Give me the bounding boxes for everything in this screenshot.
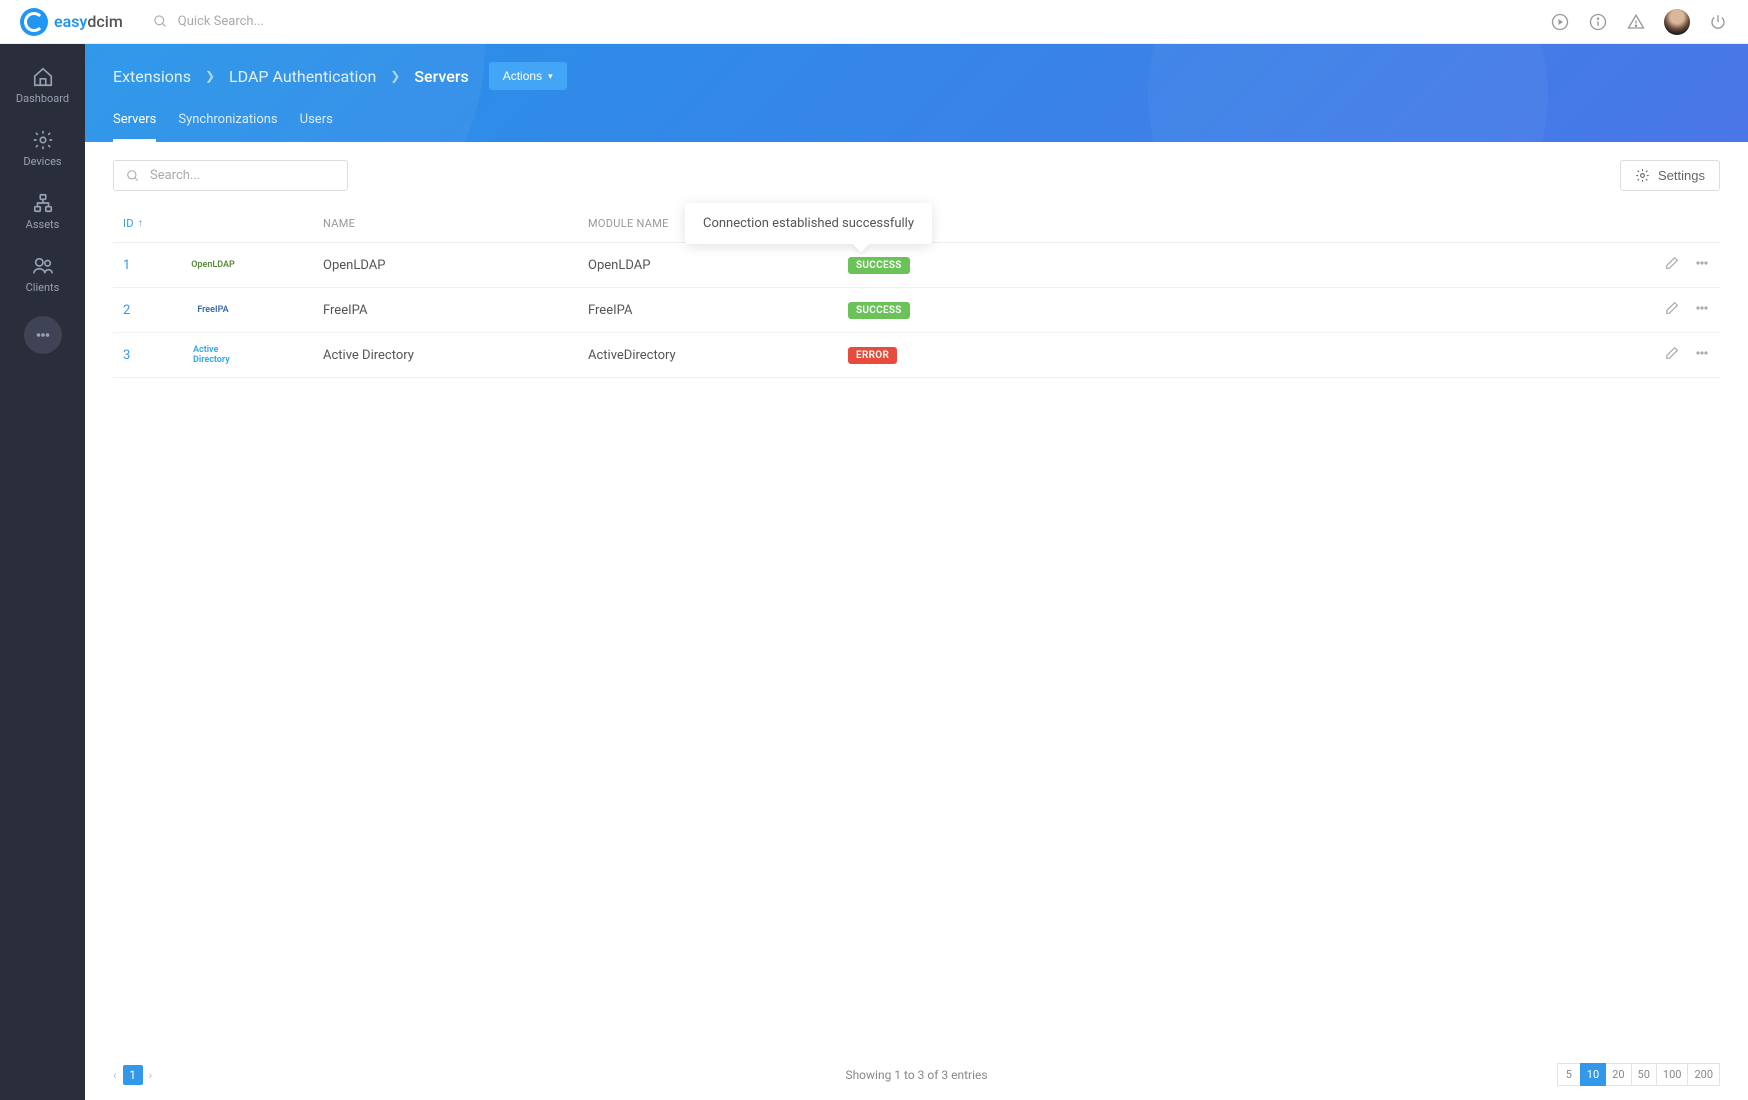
status-badge: SUCCESS [848, 257, 910, 274]
cell-id: 2 [123, 303, 193, 318]
page-size-200[interactable]: 200 [1687, 1063, 1720, 1086]
edit-icon[interactable] [1664, 300, 1680, 320]
more-icon[interactable] [1694, 255, 1710, 275]
cell-logo: Active Directory [193, 345, 323, 365]
table: Connection established successfully ID↑ … [85, 209, 1748, 1048]
edit-icon[interactable] [1664, 345, 1680, 365]
settings-button[interactable]: Settings [1620, 160, 1720, 191]
cell-logo: OpenLDAP [193, 255, 323, 275]
actions-label: Actions [503, 69, 542, 83]
page-prev[interactable]: ‹ [113, 1068, 117, 1082]
sidebar-label: Assets [26, 218, 60, 231]
settings-label: Settings [1658, 168, 1705, 183]
showing-text: Showing 1 to 3 of 3 entries [845, 1068, 987, 1082]
row-actions [1664, 255, 1710, 275]
search-icon [153, 14, 168, 29]
gear-icon [32, 129, 54, 151]
topbar-right [1550, 9, 1728, 35]
table-row[interactable]: 3 Active Directory Active Directory Acti… [113, 333, 1720, 378]
play-icon[interactable] [1550, 12, 1570, 32]
row-actions [1664, 345, 1710, 365]
cell-status: SUCCESS [848, 302, 1028, 319]
page-sizes: 5102050100200 [1558, 1063, 1720, 1086]
chevron-right-icon: ❯ [390, 69, 400, 83]
cell-module: OpenLDAP [588, 258, 848, 273]
cell-id: 3 [123, 348, 193, 363]
quick-search-placeholder: Quick Search... [178, 14, 264, 29]
logo-mark-icon [20, 8, 48, 36]
gear-icon [1635, 168, 1650, 183]
cell-status: ERROR [848, 347, 1028, 364]
sidebar-label: Clients [26, 281, 60, 294]
table-row[interactable]: 2 FreeIPA FreeIPA FreeIPA SUCCESS [113, 288, 1720, 333]
page-size-100[interactable]: 100 [1656, 1063, 1689, 1086]
cell-module: FreeIPA [588, 303, 848, 318]
tab-users[interactable]: Users [300, 112, 333, 142]
pagination: ‹ 1 › [113, 1065, 152, 1085]
topbar: easydcim Quick Search... [0, 0, 1748, 44]
crumb-ldap[interactable]: LDAP Authentication [229, 67, 376, 86]
power-icon[interactable] [1708, 12, 1728, 32]
users-icon [32, 255, 54, 277]
search-icon [126, 169, 140, 183]
sidebar-label: Devices [23, 155, 61, 168]
home-icon [32, 66, 54, 88]
toolbar: Search... Settings [85, 142, 1748, 209]
actions-button[interactable]: Actions ▾ [489, 62, 567, 90]
search-placeholder: Search... [150, 168, 200, 183]
crumb-extensions[interactable]: Extensions [113, 67, 191, 86]
tab-synchronizations[interactable]: Synchronizations [178, 112, 277, 142]
page-size-10[interactable]: 10 [1580, 1063, 1606, 1086]
cell-name: Active Directory [323, 348, 588, 363]
cell-name: OpenLDAP [323, 258, 588, 273]
col-name[interactable]: NAME [323, 217, 588, 230]
sidebar-item-clients[interactable]: Clients [0, 243, 85, 306]
chevron-right-icon: ❯ [205, 69, 215, 83]
sidebar-item-assets[interactable]: Assets [0, 180, 85, 243]
cell-logo: FreeIPA [193, 300, 323, 320]
info-icon[interactable] [1588, 12, 1608, 32]
sidebar-item-devices[interactable]: Devices [0, 117, 85, 180]
quick-search[interactable]: Quick Search... [153, 14, 264, 29]
more-icon[interactable] [1694, 345, 1710, 365]
edit-icon[interactable] [1664, 255, 1680, 275]
content: Extensions ❯ LDAP Authentication ❯ Serve… [85, 44, 1748, 1100]
avatar[interactable] [1664, 9, 1690, 35]
sort-up-icon: ↑ [138, 218, 143, 229]
cell-id: 1 [123, 258, 193, 273]
page-1[interactable]: 1 [123, 1065, 143, 1085]
col-id[interactable]: ID↑ [123, 217, 193, 230]
page-header: Extensions ❯ LDAP Authentication ❯ Serve… [85, 44, 1748, 142]
page-size-20[interactable]: 20 [1605, 1063, 1631, 1086]
caret-down-icon: ▾ [548, 71, 553, 82]
more-icon[interactable] [1694, 300, 1710, 320]
tab-servers[interactable]: Servers [113, 112, 156, 142]
footer: ‹ 1 › Showing 1 to 3 of 3 entries 510205… [85, 1048, 1748, 1100]
sidebar-label: Dashboard [16, 92, 69, 105]
cell-name: FreeIPA [323, 303, 588, 318]
sidebar-item-dashboard[interactable]: Dashboard [0, 54, 85, 117]
page-size-50[interactable]: 50 [1631, 1063, 1657, 1086]
cell-module: ActiveDirectory [588, 348, 848, 363]
network-icon [32, 192, 54, 214]
warning-icon[interactable] [1626, 12, 1646, 32]
sidebar-more[interactable] [24, 316, 62, 354]
logo-text: easydcim [54, 12, 123, 31]
page-size-5[interactable]: 5 [1557, 1063, 1581, 1086]
sidebar: Dashboard Devices Assets Clients [0, 44, 85, 1100]
search-input[interactable]: Search... [113, 160, 348, 191]
crumb-servers: Servers [414, 67, 468, 86]
breadcrumb: Extensions ❯ LDAP Authentication ❯ Serve… [113, 62, 1720, 90]
table-row[interactable]: 1 OpenLDAP OpenLDAP OpenLDAP SUCCESS [113, 243, 1720, 288]
logo[interactable]: easydcim [20, 8, 123, 36]
tooltip: Connection established successfully [685, 203, 932, 244]
status-badge: ERROR [848, 347, 897, 364]
more-icon [34, 326, 52, 344]
cell-status: SUCCESS [848, 257, 1028, 274]
tooltip-text: Connection established successfully [703, 216, 914, 231]
page-next[interactable]: › [149, 1068, 153, 1082]
tabs: Servers Synchronizations Users [113, 112, 1720, 142]
status-badge: SUCCESS [848, 302, 910, 319]
row-actions [1664, 300, 1710, 320]
